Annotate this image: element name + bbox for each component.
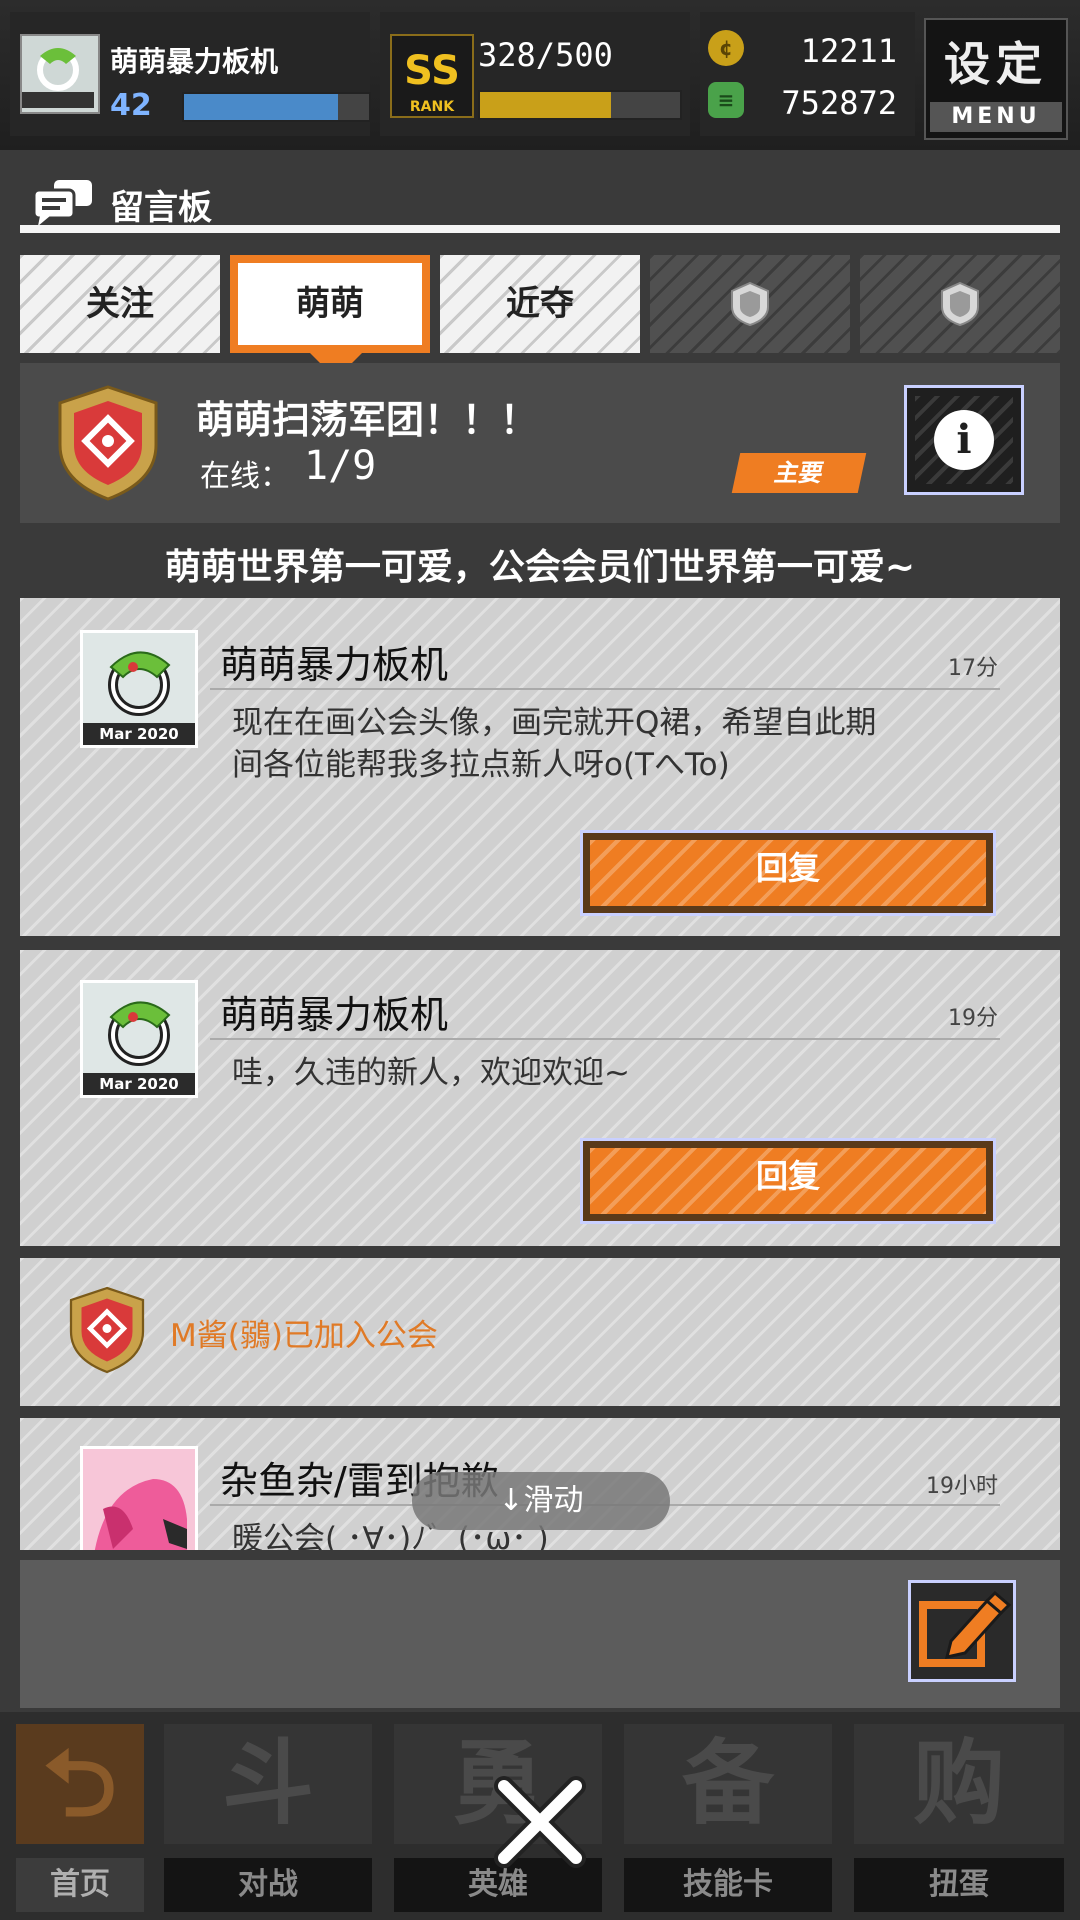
- post-text-line: 间各位能帮我多拉点新人呀o(TへTo): [232, 747, 730, 783]
- guild-emblem-icon: [69, 1286, 145, 1374]
- post-divider: [210, 688, 1000, 690]
- rank-badge: SS RANK: [390, 34, 474, 118]
- shield-icon: [731, 281, 769, 327]
- rank-badge-text: SS: [404, 48, 460, 94]
- nav-label: 对战: [164, 1858, 372, 1912]
- post-text: 哇，久违的新人，欢迎欢迎~: [232, 1052, 972, 1094]
- post-avatar[interactable]: [80, 1446, 198, 1550]
- nav-label: 技能卡: [624, 1858, 832, 1912]
- post-time: 19分: [948, 1006, 998, 1031]
- info-icon: i: [934, 410, 994, 470]
- reply-label: 回复: [755, 1157, 820, 1195]
- cards-icon: 备: [624, 1724, 832, 1844]
- stamina-bar: [478, 90, 682, 120]
- guild-name: 萌萌扫荡军团！！！: [196, 398, 539, 442]
- avatar-caption: Mar 2020: [99, 1075, 179, 1093]
- exp-bar: [182, 92, 371, 122]
- guild-info-button[interactable]: i: [904, 385, 1024, 495]
- tab-follow[interactable]: 关注: [20, 255, 220, 353]
- tab-recent[interactable]: 近夺: [440, 255, 640, 353]
- stamina-value: 328/500: [478, 36, 613, 74]
- reply-label: 回复: [755, 849, 820, 887]
- menu-title: 设定: [944, 37, 1048, 91]
- post-author: 萌萌暴力板机: [220, 643, 449, 687]
- guild-online-count: 1/9: [304, 443, 377, 489]
- guild-emblem-icon: [58, 385, 158, 501]
- tab-label: 近夺: [506, 284, 574, 324]
- post-time: 17分: [948, 656, 998, 681]
- post-time: 19小时: [926, 1474, 998, 1499]
- player-name: 萌萌暴力板机: [110, 45, 279, 78]
- tab-guild-mengmeng[interactable]: 萌萌: [230, 255, 430, 353]
- nav-battle[interactable]: 斗 对战: [154, 1712, 382, 1920]
- menu-button[interactable]: 设定 MENU: [924, 18, 1068, 140]
- post-text-line: 哇，久违的新人，欢迎欢迎~: [232, 1055, 630, 1091]
- post-text: 现在在画公会头像，画完就开Q裙，希望自此期 间各位能帮我多拉点新人呀o(TへTo…: [232, 702, 972, 786]
- nav-gacha[interactable]: 购 扭蛋: [844, 1712, 1074, 1920]
- gacha-icon: 购: [854, 1724, 1064, 1844]
- tab-label: 关注: [86, 284, 154, 324]
- chat-bubbles-icon: [32, 180, 92, 226]
- coin-icon: ¢: [708, 30, 744, 66]
- message-feed[interactable]: Mar 2020 萌萌暴力板机 17分 现在在画公会头像，画完就开Q裙，希望自此…: [20, 598, 1060, 1550]
- compose-bar: [20, 1560, 1060, 1708]
- stamina-bar-fill: [480, 92, 612, 118]
- scroll-hint: ↓滑动: [412, 1472, 670, 1530]
- gamepad-icon: 斗: [164, 1724, 372, 1844]
- player-info[interactable]: 萌萌暴力板机 42: [10, 12, 371, 136]
- post-author: 萌萌暴力板机: [220, 993, 449, 1037]
- nav-label: 首页: [16, 1858, 144, 1912]
- currency-info[interactable]: ¢ 12211 ≡ 752872: [700, 12, 915, 136]
- player-level: 42: [110, 88, 152, 123]
- panel-title: 留言板: [110, 188, 212, 228]
- guild-motto: 萌萌世界第一可爱，公会会员们世界第一可爱~: [164, 547, 916, 588]
- guild-primary-tag: 主要: [731, 453, 867, 493]
- close-icon[interactable]: [490, 1772, 590, 1872]
- menu-subtitle: MENU: [930, 102, 1062, 132]
- nav-home[interactable]: ⮌ 首页: [6, 1712, 154, 1920]
- reply-button[interactable]: 回复: [580, 830, 996, 916]
- system-notice-card: M酱(鶸)已加入公会: [20, 1258, 1060, 1406]
- tab-locked-1[interactable]: [650, 255, 850, 353]
- gem-value: 752872: [781, 84, 897, 122]
- shield-icon: [941, 281, 979, 327]
- post-avatar[interactable]: Mar 2020: [80, 630, 198, 748]
- rank-badge-sub: RANK: [409, 99, 455, 115]
- exp-bar-fill: [184, 94, 338, 120]
- edit-icon: [919, 1590, 1012, 1667]
- reply-button[interactable]: 回复: [580, 1138, 996, 1224]
- avatar-caption: Mar 2020: [99, 725, 179, 743]
- coin-value: 12211: [800, 32, 897, 70]
- message-card: Mar 2020 萌萌暴力板机 19分 哇，久违的新人，欢迎欢迎~ 回复: [20, 950, 1060, 1246]
- compose-button[interactable]: [908, 1580, 1016, 1682]
- nav-label: 扭蛋: [854, 1858, 1064, 1912]
- rank-info[interactable]: SS RANK 328/500: [380, 12, 690, 136]
- tab-label: 萌萌: [296, 284, 364, 324]
- player-avatar: [20, 34, 100, 114]
- tab-locked-2[interactable]: [860, 255, 1060, 353]
- panel-divider: [20, 225, 1060, 233]
- post-divider: [210, 1038, 1000, 1040]
- home-icon: ⮌: [16, 1724, 144, 1844]
- post-avatar[interactable]: Mar 2020: [80, 980, 198, 1098]
- nav-skill-cards[interactable]: 备 技能卡: [614, 1712, 842, 1920]
- gem-stack-icon: ≡: [708, 82, 744, 118]
- post-text-line: 现在在画公会头像，画完就开Q裙，希望自此期: [232, 705, 877, 741]
- top-status-bar: 萌萌暴力板机 42 SS RANK 328/500 ¢ 12211 ≡ 7528…: [0, 0, 1080, 150]
- message-card: Mar 2020 萌萌暴力板机 17分 现在在画公会头像，画完就开Q裙，希望自此…: [20, 598, 1060, 936]
- guild-online-label: 在线：: [200, 459, 290, 494]
- system-notice-text: M酱(鶸)已加入公会: [170, 1318, 438, 1354]
- guild-header: 萌萌扫荡军团！！！ 在线： 1/9 主要 i: [20, 363, 1060, 523]
